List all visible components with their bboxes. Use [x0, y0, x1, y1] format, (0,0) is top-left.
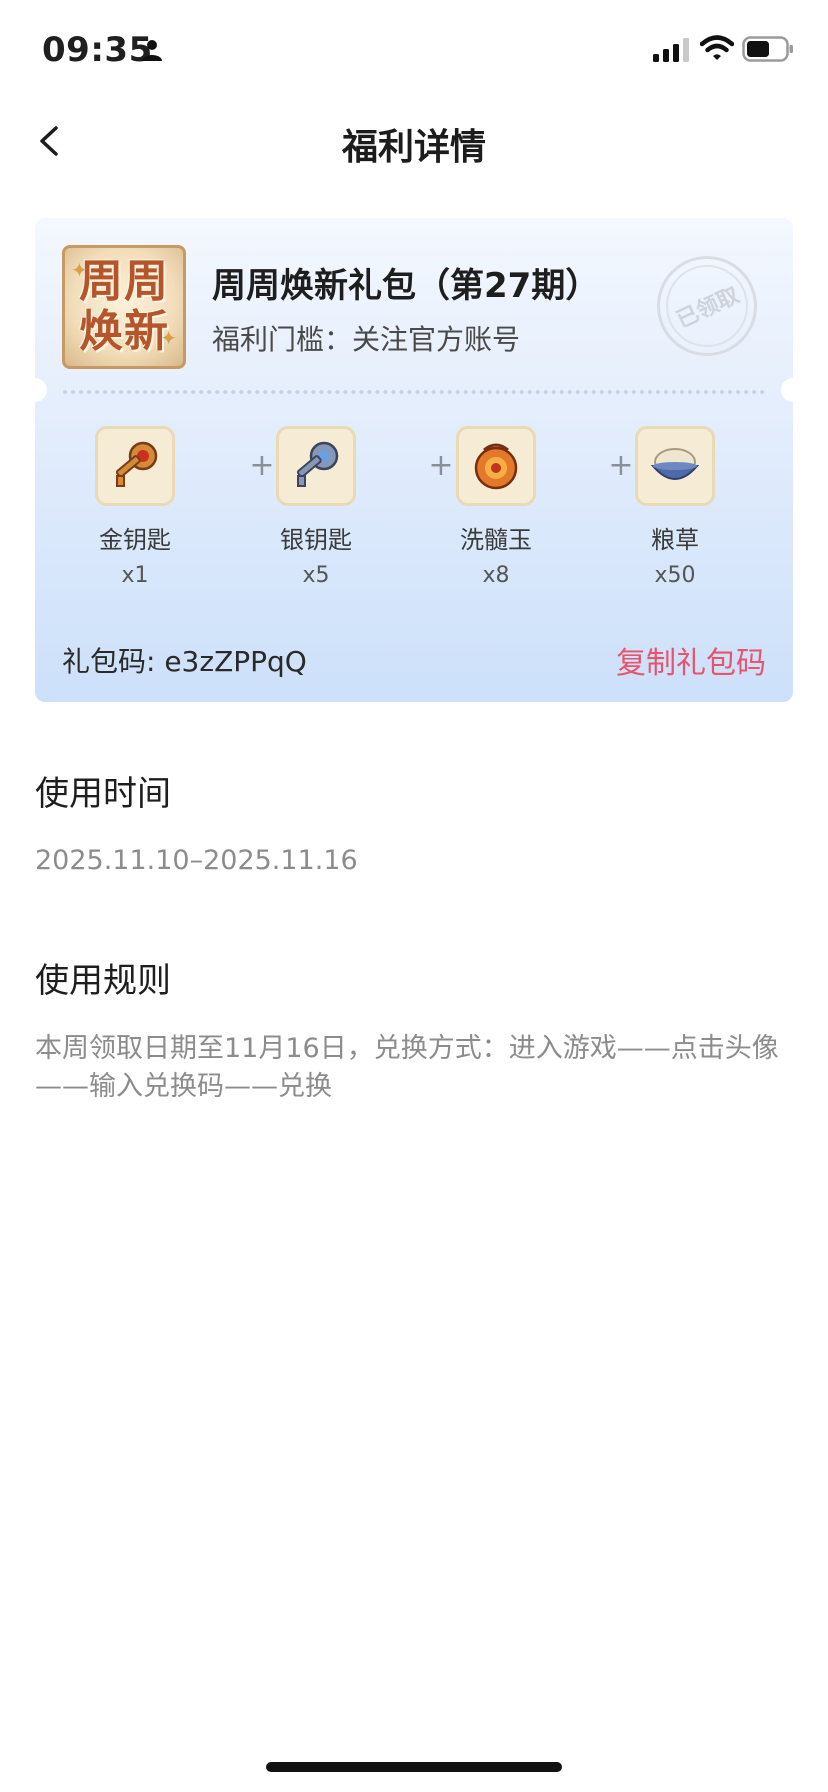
- gift-logo: ✦ ✦ 周周 焕新: [62, 245, 186, 369]
- claimed-stamp-text: 已领取: [672, 282, 744, 334]
- page-title: 福利详情: [341, 127, 486, 168]
- usage-time-value: 2025.11.10–2025.11.16: [35, 845, 358, 876]
- gift-card: ✦ ✦ 周周 焕新 周周焕新礼包（第27期） 福利门槛：关注官方账号 已领取 金…: [23, 218, 805, 702]
- sparkle-icon: ✦: [160, 326, 177, 350]
- reward-items: 金钥匙 x1 + 银钥匙 x5 + 洗髓玉 x8 + 粮草 x50: [35, 426, 793, 596]
- silver-key-icon: [276, 426, 356, 506]
- signal-icon: [653, 38, 689, 62]
- item-name: 洗髓玉: [460, 526, 532, 554]
- usage-time-heading: 使用时间: [35, 774, 171, 814]
- item-qty: x8: [482, 563, 510, 588]
- logo-text-bottom: 焕新: [79, 306, 169, 357]
- person-icon: [142, 40, 162, 61]
- marrow-jade-icon: [456, 426, 536, 506]
- item-qty: x1: [121, 563, 149, 588]
- claimed-stamp: 已领取: [657, 256, 757, 356]
- sparkle-icon: ✦: [71, 258, 88, 282]
- item-name: 银钥匙: [280, 526, 352, 554]
- wifi-icon: [700, 35, 734, 60]
- home-indicator[interactable]: [266, 1762, 562, 1772]
- gift-title: 周周焕新礼包（第27期）: [212, 266, 600, 306]
- item-qty: x5: [302, 563, 330, 588]
- card-notch-right: [781, 378, 805, 402]
- card-notch-left: [23, 378, 47, 402]
- battery-icon: [742, 36, 793, 62]
- item-qty: x50: [654, 563, 696, 588]
- item-name: 金钥匙: [99, 526, 171, 554]
- usage-rules-text: 本周领取日期至11月16日，兑换方式：进入游戏——点击头像——输入兑换码——兑换: [35, 1033, 779, 1102]
- logo-text-top: 周周: [79, 256, 169, 307]
- nav-bar: 福利详情: [0, 100, 828, 182]
- copy-code-button[interactable]: 复制礼包码: [616, 638, 766, 682]
- status-bar: 09:35: [0, 0, 828, 100]
- reward-item: 粮草 x50: [620, 426, 730, 588]
- reward-item: 银钥匙 x5: [261, 426, 371, 588]
- reward-item: 金钥匙 x1: [80, 426, 190, 588]
- status-time: 09:35: [42, 30, 153, 70]
- grain-bowl-icon: [635, 426, 715, 506]
- gift-threshold: 福利门槛：关注官方账号: [212, 323, 521, 356]
- gold-key-icon: [95, 426, 175, 506]
- usage-rules-heading: 使用规则: [35, 961, 171, 1001]
- reward-item: 洗髓玉 x8: [441, 426, 551, 588]
- gift-code: 礼包码: e3zZPPqQ: [62, 645, 307, 678]
- item-name: 粮草: [651, 526, 699, 554]
- divider: [63, 390, 765, 394]
